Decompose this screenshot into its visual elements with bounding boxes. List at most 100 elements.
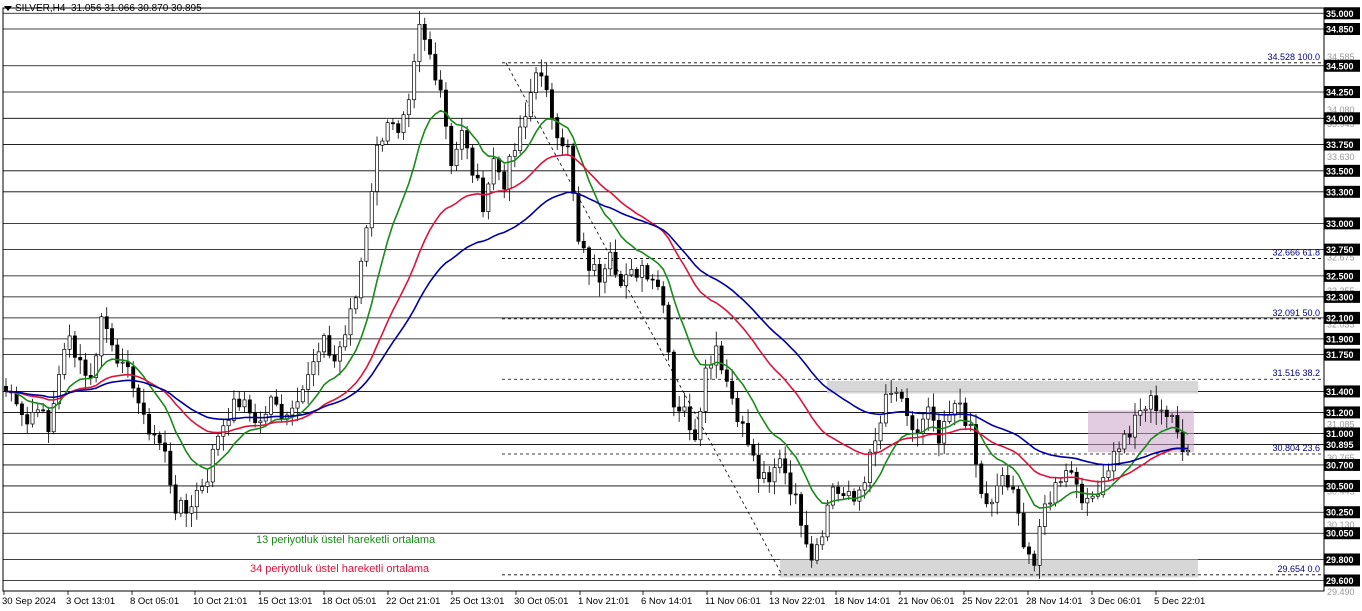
time-label: 10 Oct 21:01 [193, 596, 247, 607]
candle [290, 400, 295, 426]
fib-level-label: 31.516 38.2 [1272, 368, 1320, 378]
svg-text:30.895: 30.895 [1326, 440, 1354, 450]
candle [518, 115, 523, 154]
price-tag: 32.750 [1324, 243, 1360, 256]
candle [306, 361, 311, 405]
price-tag: 31.200 [1324, 406, 1360, 419]
candle [14, 386, 19, 407]
candle [316, 342, 321, 376]
candle [1106, 463, 1111, 482]
candle [1074, 467, 1079, 499]
candle [597, 259, 602, 297]
candle [730, 369, 735, 405]
price-tag: 33.000 [1324, 217, 1360, 230]
candle [613, 239, 618, 278]
svg-text:32.750: 32.750 [1326, 245, 1354, 255]
candle [841, 487, 846, 500]
svg-text:29.800: 29.800 [1326, 555, 1354, 565]
candle [279, 394, 284, 423]
price-tag: 35.000 [1324, 7, 1360, 20]
candle [549, 82, 554, 130]
svg-text:34.000: 34.000 [1326, 114, 1354, 124]
candle [905, 388, 910, 426]
candle [502, 164, 507, 199]
candle [237, 391, 242, 411]
candle [671, 349, 676, 417]
candle [470, 144, 475, 184]
candle [19, 401, 24, 427]
candle [1064, 463, 1069, 488]
candle [830, 483, 835, 510]
candle [719, 340, 724, 375]
candle [565, 139, 570, 156]
candle [693, 418, 698, 443]
price-chart[interactable]: 34.528 100.0 32.666 61.8 32.091 50.0 31.516… [0, 0, 1362, 611]
candle [698, 407, 703, 446]
svg-text:31.400: 31.400 [1326, 387, 1354, 397]
candle [724, 359, 729, 388]
candle [1095, 480, 1100, 500]
candle [560, 128, 565, 156]
candle [364, 224, 369, 267]
resistance-zone [827, 380, 1198, 394]
svg-text:34.850: 34.850 [1326, 25, 1354, 35]
candle [438, 70, 443, 98]
candlesticks [4, 11, 1190, 579]
candle [253, 403, 258, 428]
candle [390, 118, 395, 131]
candle [25, 406, 30, 434]
svg-text:34.250: 34.250 [1326, 88, 1354, 98]
faded-price-tick: 29.490 [1327, 587, 1355, 597]
candle [931, 393, 936, 432]
candle [412, 53, 417, 109]
candle [4, 378, 8, 397]
time-label: 3 Dec 06:01 [1090, 596, 1141, 607]
candle [258, 411, 263, 434]
candle [1042, 494, 1047, 536]
candle [263, 405, 268, 425]
candle [974, 414, 978, 478]
price-tag: 30.500 [1324, 479, 1360, 492]
svg-text:29.600: 29.600 [1326, 576, 1354, 586]
candle [963, 397, 968, 429]
candle [157, 431, 162, 451]
svg-text:34.500: 34.500 [1326, 61, 1354, 71]
candle [762, 460, 766, 484]
candle [173, 475, 178, 521]
candle [72, 330, 77, 368]
time-label: 1 Nov 21:01 [578, 596, 629, 607]
candle [1011, 475, 1016, 494]
time-label: 13 Nov 22:01 [769, 596, 826, 607]
time-axis: 30 Sep 2024 3 Oct 13:01 8 Oct 05:01 10 Oct … [2, 591, 1205, 607]
candle [417, 11, 422, 73]
svg-text:31.750: 31.750 [1326, 350, 1354, 360]
candle [242, 391, 247, 413]
candle [677, 396, 682, 422]
svg-text:30.700: 30.700 [1326, 460, 1354, 470]
candle [94, 352, 99, 383]
candle [979, 460, 984, 499]
svg-text:31.900: 31.900 [1326, 334, 1354, 344]
price-tag: 31.000 [1324, 427, 1360, 440]
svg-text:32.100: 32.100 [1326, 313, 1354, 323]
fib-level-label: 30.804 23.6 [1272, 443, 1320, 453]
price-tag: 30.895 [1324, 438, 1360, 451]
time-label: 5 Dec 22:01 [1154, 596, 1205, 607]
candle [984, 481, 989, 508]
time-label: 30 Sep 2024 [2, 596, 56, 607]
candle [1069, 461, 1074, 475]
svg-text:35.000: 35.000 [1326, 9, 1354, 19]
candle [62, 342, 67, 380]
time-label: 6 Nov 14:01 [641, 596, 692, 607]
candle [528, 78, 533, 122]
time-label: 22 Oct 21:01 [386, 596, 440, 607]
price-tag: 33.500 [1324, 164, 1360, 177]
candle [921, 412, 925, 444]
candle [475, 163, 480, 181]
candle [634, 267, 639, 282]
candle [1000, 467, 1005, 495]
svg-text:30.500: 30.500 [1326, 481, 1354, 491]
candle [989, 498, 994, 517]
candle [221, 419, 226, 451]
price-tag: 32.300 [1324, 290, 1360, 303]
